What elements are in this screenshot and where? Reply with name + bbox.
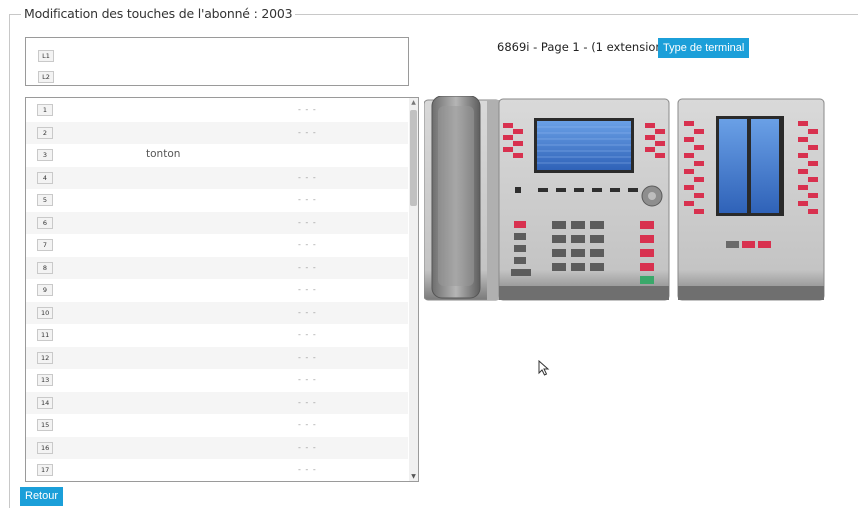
key-row[interactable]: 7 - - - [26,234,408,257]
key-value: - - - [298,240,317,249]
key-number-badge[interactable]: 9 [37,284,53,296]
key-row[interactable]: 1 - - - [26,99,408,122]
terminal-type-button[interactable]: Type de terminal [658,38,750,58]
key-row[interactable]: 9 - - - [26,279,408,302]
key-row[interactable]: 6 - - - [26,211,408,234]
key-value: - - - [298,420,317,429]
key-value: - - - [298,285,317,294]
key-row[interactable]: 16 - - - [26,436,408,459]
terminal-info: 6869i - Page 1 - (1 extension(s)) [497,40,683,54]
key-value: - - - [298,262,317,272]
line-key-row[interactable]: L2 [38,64,54,83]
key-value: - - - [298,307,317,317]
key-value: - - - [298,330,317,339]
key-number-badge[interactable]: 12 [37,351,54,364]
key-number-badge[interactable]: 5 [37,194,53,206]
key-number-badge[interactable]: 7 [37,239,53,251]
key-row[interactable]: 11 - - - [26,324,408,347]
handset[interactable] [431,96,481,299]
key-number-badge[interactable]: 17 [37,464,54,476]
key-number-badge[interactable]: 14 [37,396,54,409]
key-row[interactable]: 14 - - - [26,391,408,414]
scroll-thumb[interactable] [410,110,417,206]
key-number-badge[interactable]: 8 [37,261,53,274]
key-row[interactable]: 3 tonton [26,144,408,167]
key-number-badge[interactable]: 15 [37,419,54,431]
key-value: - - - [298,375,317,384]
key-row[interactable]: 8 - - - [26,256,408,279]
key-number-badge[interactable]: 1 [37,104,53,116]
key-row[interactable]: 17 - - - [26,459,408,481]
fieldset-legend: Modification des touches de l'abonné : 2… [21,6,296,21]
key-row[interactable]: 12 - - - [26,346,408,369]
key-number-badge[interactable]: 16 [37,441,54,454]
back-button[interactable]: Retour [20,487,64,506]
line-key-badge[interactable]: L2 [38,71,54,83]
key-row[interactable]: 13 - - - [26,369,408,392]
mouse-cursor-icon [538,360,550,376]
key-value: - - - [298,465,317,474]
key-row[interactable]: 5 - - - [26,189,408,212]
key-label: tonton [146,148,181,160]
key-value: - - - [298,172,317,182]
scroll-up-icon[interactable]: ▲ [409,98,418,107]
key-number-badge[interactable]: 3 [37,149,53,161]
scroll-down-icon[interactable]: ▼ [409,472,418,481]
key-value: - - - [298,105,317,114]
key-number-badge[interactable]: 11 [37,329,54,341]
key-number-badge[interactable]: 4 [37,171,53,184]
fieldset-border-left [9,14,10,508]
key-row[interactable]: 15 - - - [26,414,408,437]
fieldset-border-top-right [272,14,858,15]
key-value: - - - [298,442,317,452]
phone-screen [534,118,634,173]
programmable-keys-list[interactable]: 17- - -16- - -15- - -14- - -13- - -12- -… [25,97,419,482]
fieldset-border-top-left [9,14,21,15]
key-row[interactable]: 2 - - - [26,121,408,144]
line-key-row[interactable]: L1 [38,43,54,62]
key-value: - - - [298,217,317,227]
line-key-badge[interactable]: L1 [38,50,54,62]
phone-illustration[interactable] [424,96,826,302]
key-value: - - - [298,352,317,362]
key-number-badge[interactable]: 2 [37,126,53,139]
key-number-badge[interactable]: 6 [37,216,53,229]
key-row[interactable]: 10 - - - [26,301,408,324]
key-value: - - - [298,397,317,407]
scrollbar[interactable]: ▲ ▼ [409,98,418,481]
line-keys-panel: L1 L2 [25,37,409,86]
key-row[interactable]: 4 - - - [26,166,408,189]
key-value: - - - [298,195,317,204]
key-number-badge[interactable]: 13 [37,374,54,386]
key-value: - - - [298,127,317,137]
key-number-badge[interactable]: 10 [37,306,54,319]
